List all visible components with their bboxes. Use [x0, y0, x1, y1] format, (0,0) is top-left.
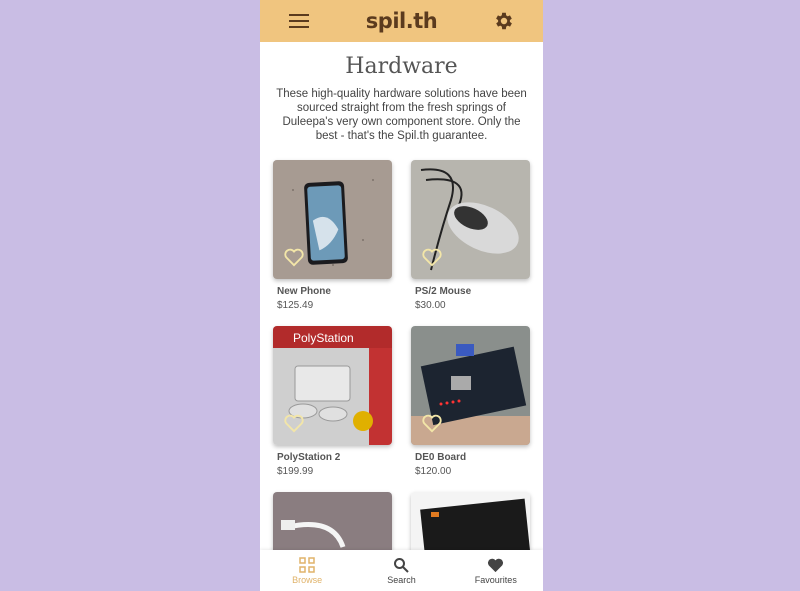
- product-card-polystation-2[interactable]: PolyStation PolyStation 2 $199.99: [273, 326, 393, 477]
- product-card-new-phone[interactable]: New Phone $125.49: [273, 160, 393, 311]
- page-title: Hardware: [345, 54, 458, 79]
- nav-browse[interactable]: Browse: [262, 556, 352, 585]
- heart-icon: [488, 558, 504, 572]
- bottom-navigation: Browse Search Favourites: [260, 550, 543, 591]
- product-price: $30.00: [415, 300, 446, 311]
- product-image[interactable]: PolyStation: [273, 326, 392, 445]
- gear-icon: [496, 12, 512, 30]
- box-brand-text: PolyStation: [293, 331, 354, 345]
- favorite-heart-icon[interactable]: [421, 247, 443, 267]
- nav-favourites-label: Favourites: [474, 574, 517, 585]
- product-card-cable[interactable]: [273, 492, 393, 550]
- hamburger-menu-icon: [289, 14, 309, 28]
- page-description: These high-quality hardware solutions ha…: [276, 88, 527, 142]
- cable-photo: [273, 492, 392, 550]
- product-name: PS/2 Mouse: [415, 286, 472, 297]
- product-image[interactable]: [273, 492, 392, 550]
- product-card-laptop[interactable]: [411, 492, 531, 550]
- settings-button[interactable]: [493, 10, 515, 32]
- nav-favourites[interactable]: Favourites: [451, 557, 541, 585]
- product-image[interactable]: [273, 160, 392, 279]
- product-name: New Phone: [277, 286, 331, 297]
- search-icon: [394, 557, 410, 573]
- laptop-photo: [411, 492, 530, 550]
- favorite-heart-icon[interactable]: [421, 413, 443, 433]
- favorite-heart-icon[interactable]: [283, 413, 305, 433]
- product-price: $125.49: [277, 300, 314, 311]
- favorite-heart-icon[interactable]: [283, 247, 305, 267]
- product-image[interactable]: [411, 492, 530, 550]
- grid-icon: [299, 556, 315, 573]
- menu-button[interactable]: [288, 10, 310, 32]
- product-price: $120.00: [415, 466, 452, 477]
- app-bar: spil.th: [260, 0, 543, 42]
- app-title: spil.th: [365, 9, 438, 33]
- product-card-ps2-mouse[interactable]: PS/2 Mouse $30.00: [411, 160, 531, 311]
- product-name: PolyStation 2: [277, 452, 341, 463]
- product-image[interactable]: [411, 326, 530, 445]
- nav-search-label: Search: [387, 574, 416, 585]
- phone-screen: spil.th Hardware These high-quality hard…: [260, 0, 543, 591]
- product-price: $199.99: [277, 466, 314, 477]
- nav-search[interactable]: Search: [356, 557, 446, 585]
- product-image[interactable]: [411, 160, 530, 279]
- product-name: DE0 Board: [415, 452, 467, 463]
- browse-content: Hardware These high-quality hardware sol…: [260, 42, 543, 550]
- nav-browse-label: Browse: [292, 574, 323, 585]
- product-card-de0-board[interactable]: DE0 Board $120.00: [411, 326, 531, 477]
